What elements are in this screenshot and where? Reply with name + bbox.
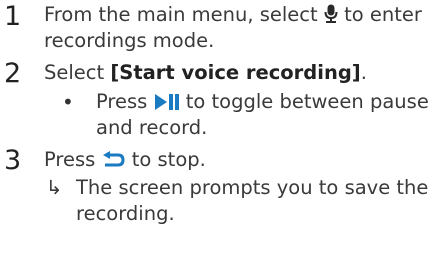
step-2-sub-text-after: to toggle between pause <box>185 90 429 113</box>
step-3-result-line-2: recording. <box>76 202 175 225</box>
result-arrow-icon: ↳ <box>46 176 63 199</box>
step-3-result-line-1: The screen prompts you to save the <box>76 176 429 199</box>
step-2-sub-text-before: Press <box>96 90 148 113</box>
step-2-bullet: • <box>62 90 74 114</box>
step-2-sub-line-1: Press to toggle between pause <box>96 89 429 118</box>
step-1-line-2: recordings mode. <box>44 29 215 52</box>
step-2-line: Select [Start voice recording]. <box>44 60 367 86</box>
step-3-text-after: to stop. <box>131 148 206 171</box>
step-2-sub-line-2: and record. <box>96 116 208 139</box>
step-3-line: Press to stop. <box>44 147 206 176</box>
step-1-text-after: to enter <box>344 3 422 26</box>
step-2-text-before: Select <box>44 61 111 84</box>
step-2-number: 2 <box>4 58 22 89</box>
step-2-text-after: . <box>360 61 367 84</box>
back-arrow-icon <box>102 150 126 176</box>
step-3-number: 3 <box>4 145 22 176</box>
step-3-text-before: Press <box>44 148 96 171</box>
step-1-number: 1 <box>4 1 22 32</box>
step-1-line-1: From the main menu, select to enter <box>44 2 422 31</box>
step-1-text-before: From the main menu, select <box>44 3 318 26</box>
microphone-icon <box>324 4 338 31</box>
start-voice-recording-option: [Start voice recording] <box>110 61 361 84</box>
